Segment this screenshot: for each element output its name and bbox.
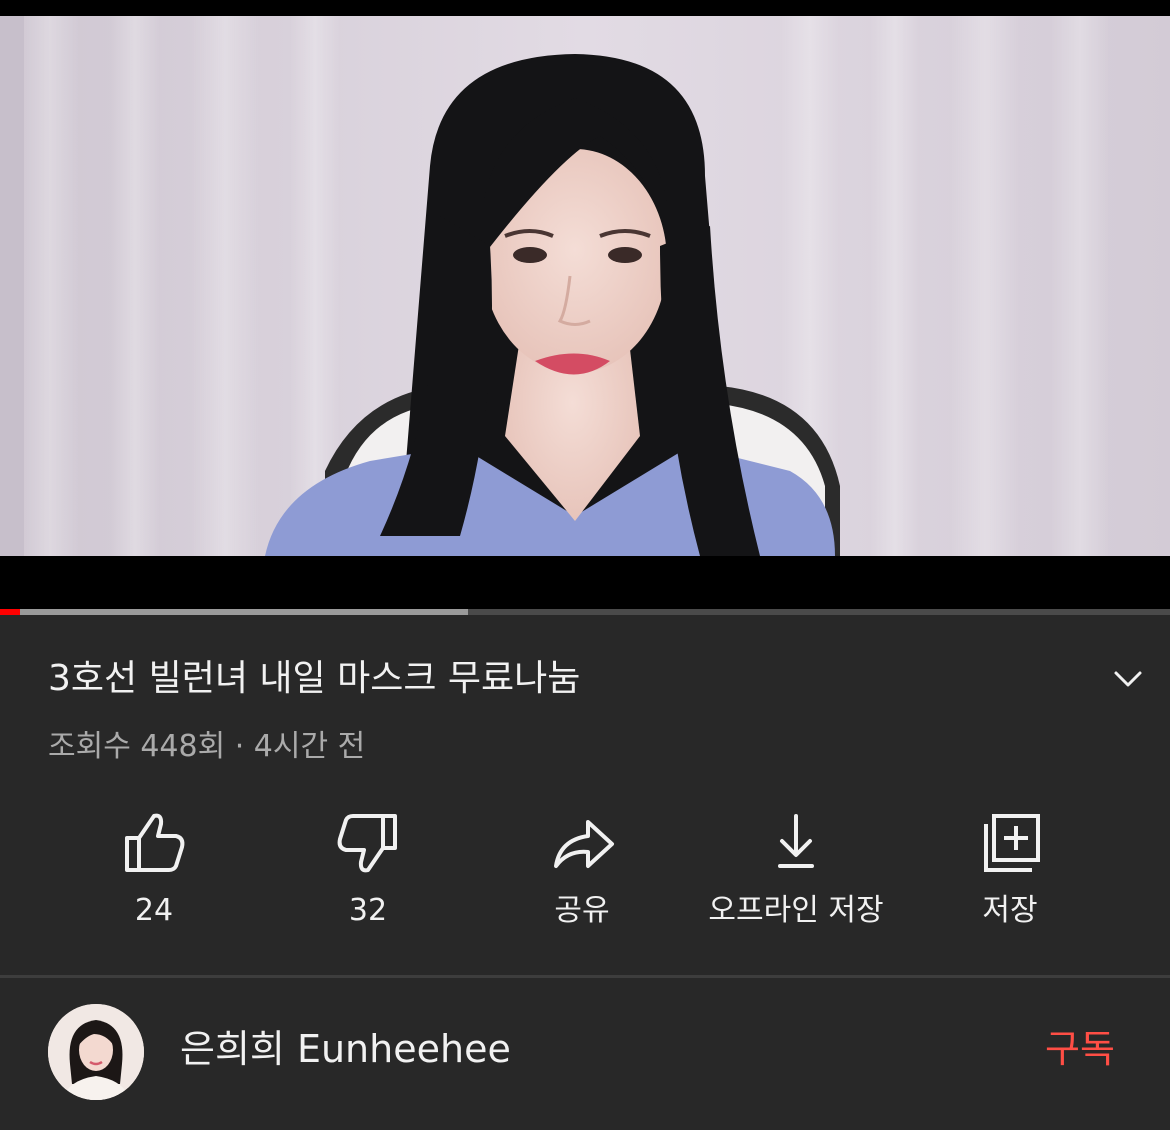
playlist-add-icon xyxy=(984,814,1040,872)
channel-avatar-image xyxy=(48,1004,144,1100)
thumbs-up-icon xyxy=(125,813,185,872)
download-icon xyxy=(778,814,814,868)
like-button[interactable]: 24 xyxy=(44,810,264,940)
like-count: 24 xyxy=(134,893,174,928)
thumbs-down-icon xyxy=(337,814,397,873)
download-label: 오프라인 저장 xyxy=(708,893,884,928)
save-button[interactable]: 저장 xyxy=(900,810,1120,940)
share-button[interactable]: 공유 xyxy=(472,810,692,940)
video-thumbnail xyxy=(0,16,1170,556)
video-player[interactable] xyxy=(0,0,1170,615)
dislike-count: 32 xyxy=(348,893,388,928)
action-bar: 24 32 공유 오프라인 저장 저장 xyxy=(0,810,1170,940)
channel-name[interactable]: 은희희 Eunheehee xyxy=(180,1024,511,1074)
video-meta: 조회수 448회 · 4시간 전 xyxy=(48,729,366,764)
video-info: 3호선 빌런녀 내일 마스크 무료나눔 조회수 448회 · 4시간 전 24 … xyxy=(0,615,1170,975)
subscribe-button[interactable]: 구독 xyxy=(1030,1024,1130,1074)
avatar[interactable] xyxy=(48,1004,144,1100)
video-frame[interactable] xyxy=(0,16,1170,556)
chevron-down-icon[interactable] xyxy=(1108,665,1148,695)
video-title[interactable]: 3호선 빌런녀 내일 마스크 무료나눔 xyxy=(48,655,580,703)
share-label: 공유 xyxy=(554,893,610,928)
download-button[interactable]: 오프라인 저장 xyxy=(686,810,906,940)
dislike-button[interactable]: 32 xyxy=(258,810,478,940)
save-label: 저장 xyxy=(982,893,1038,928)
share-arrow-icon xyxy=(554,820,614,868)
channel-row[interactable]: 은희희 Eunheehee 구독 xyxy=(0,978,1170,1130)
